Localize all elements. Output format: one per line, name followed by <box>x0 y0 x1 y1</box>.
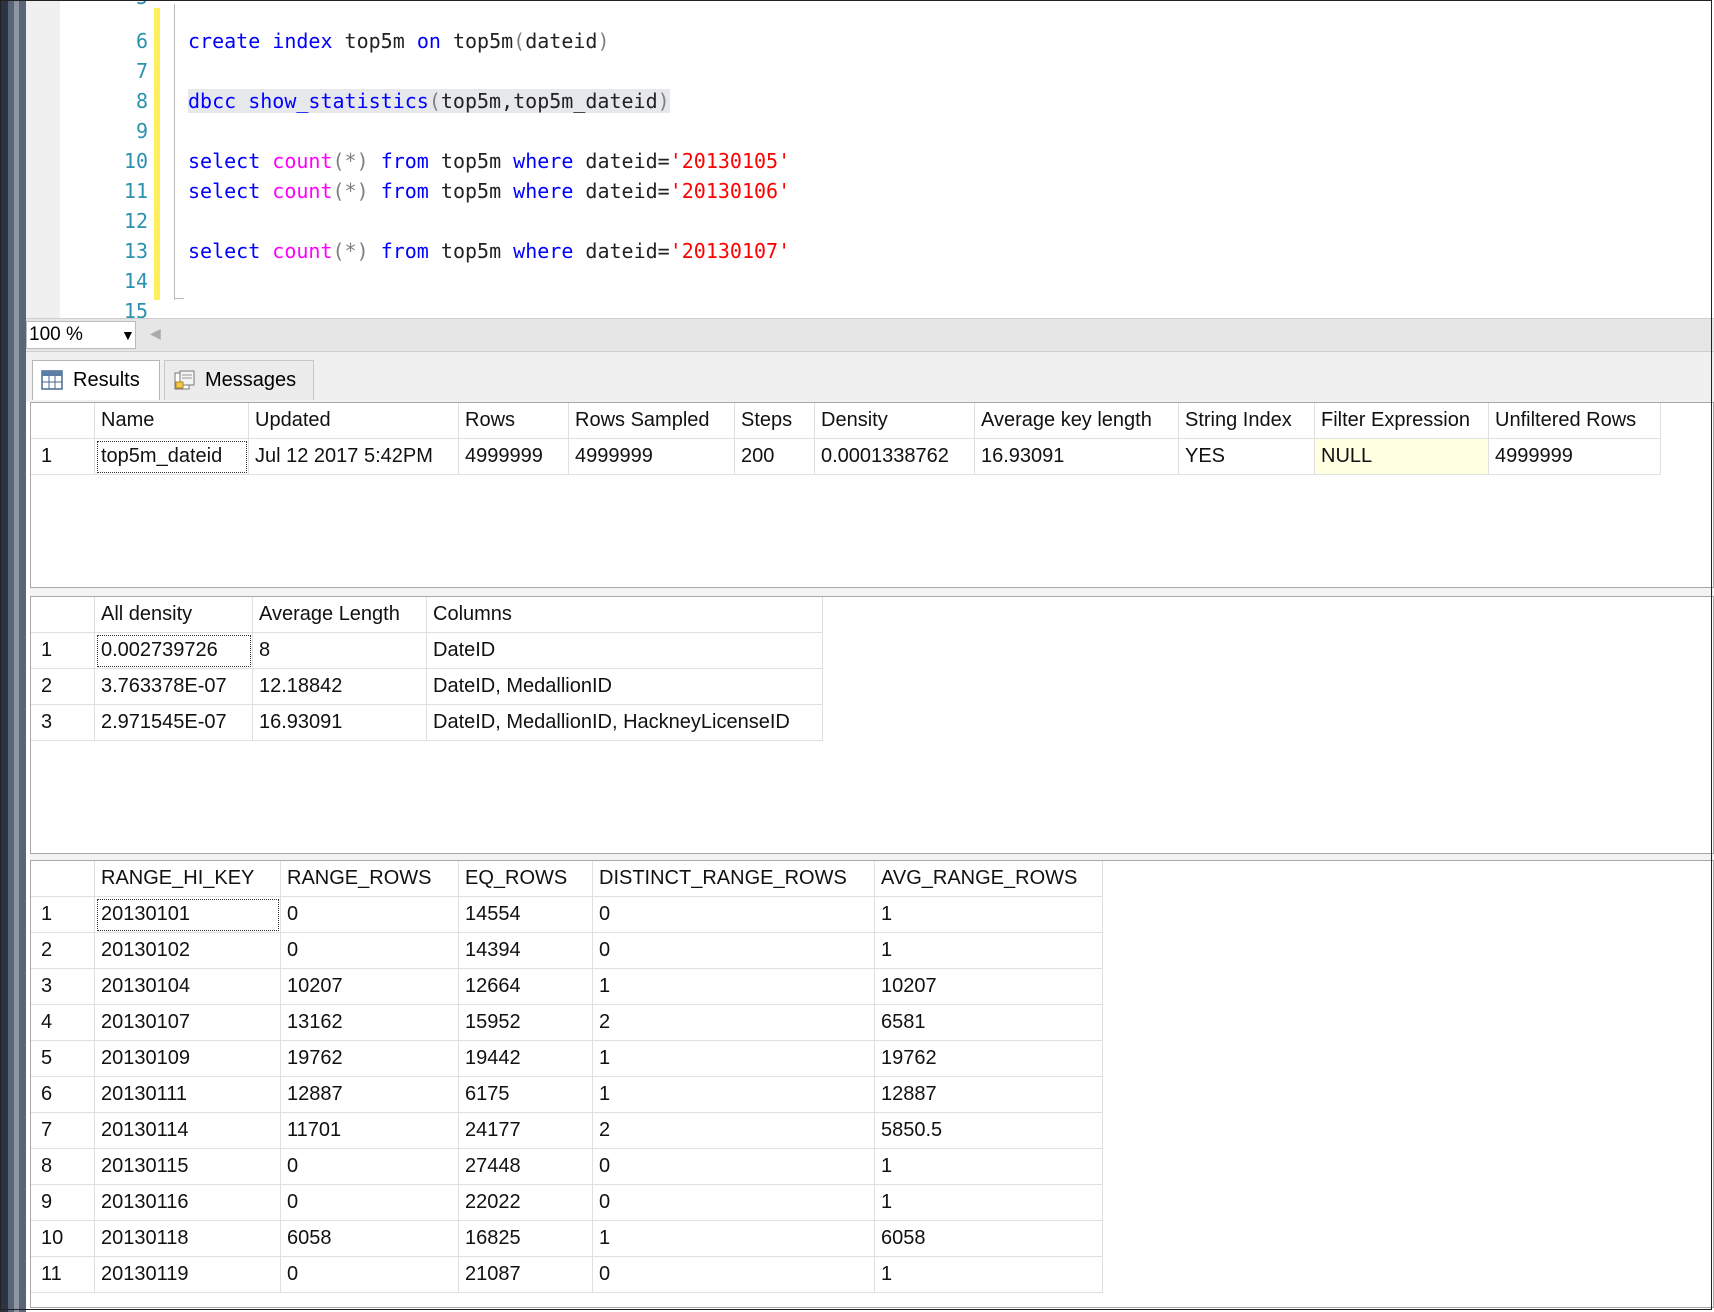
window-frame <box>0 0 1712 1310</box>
